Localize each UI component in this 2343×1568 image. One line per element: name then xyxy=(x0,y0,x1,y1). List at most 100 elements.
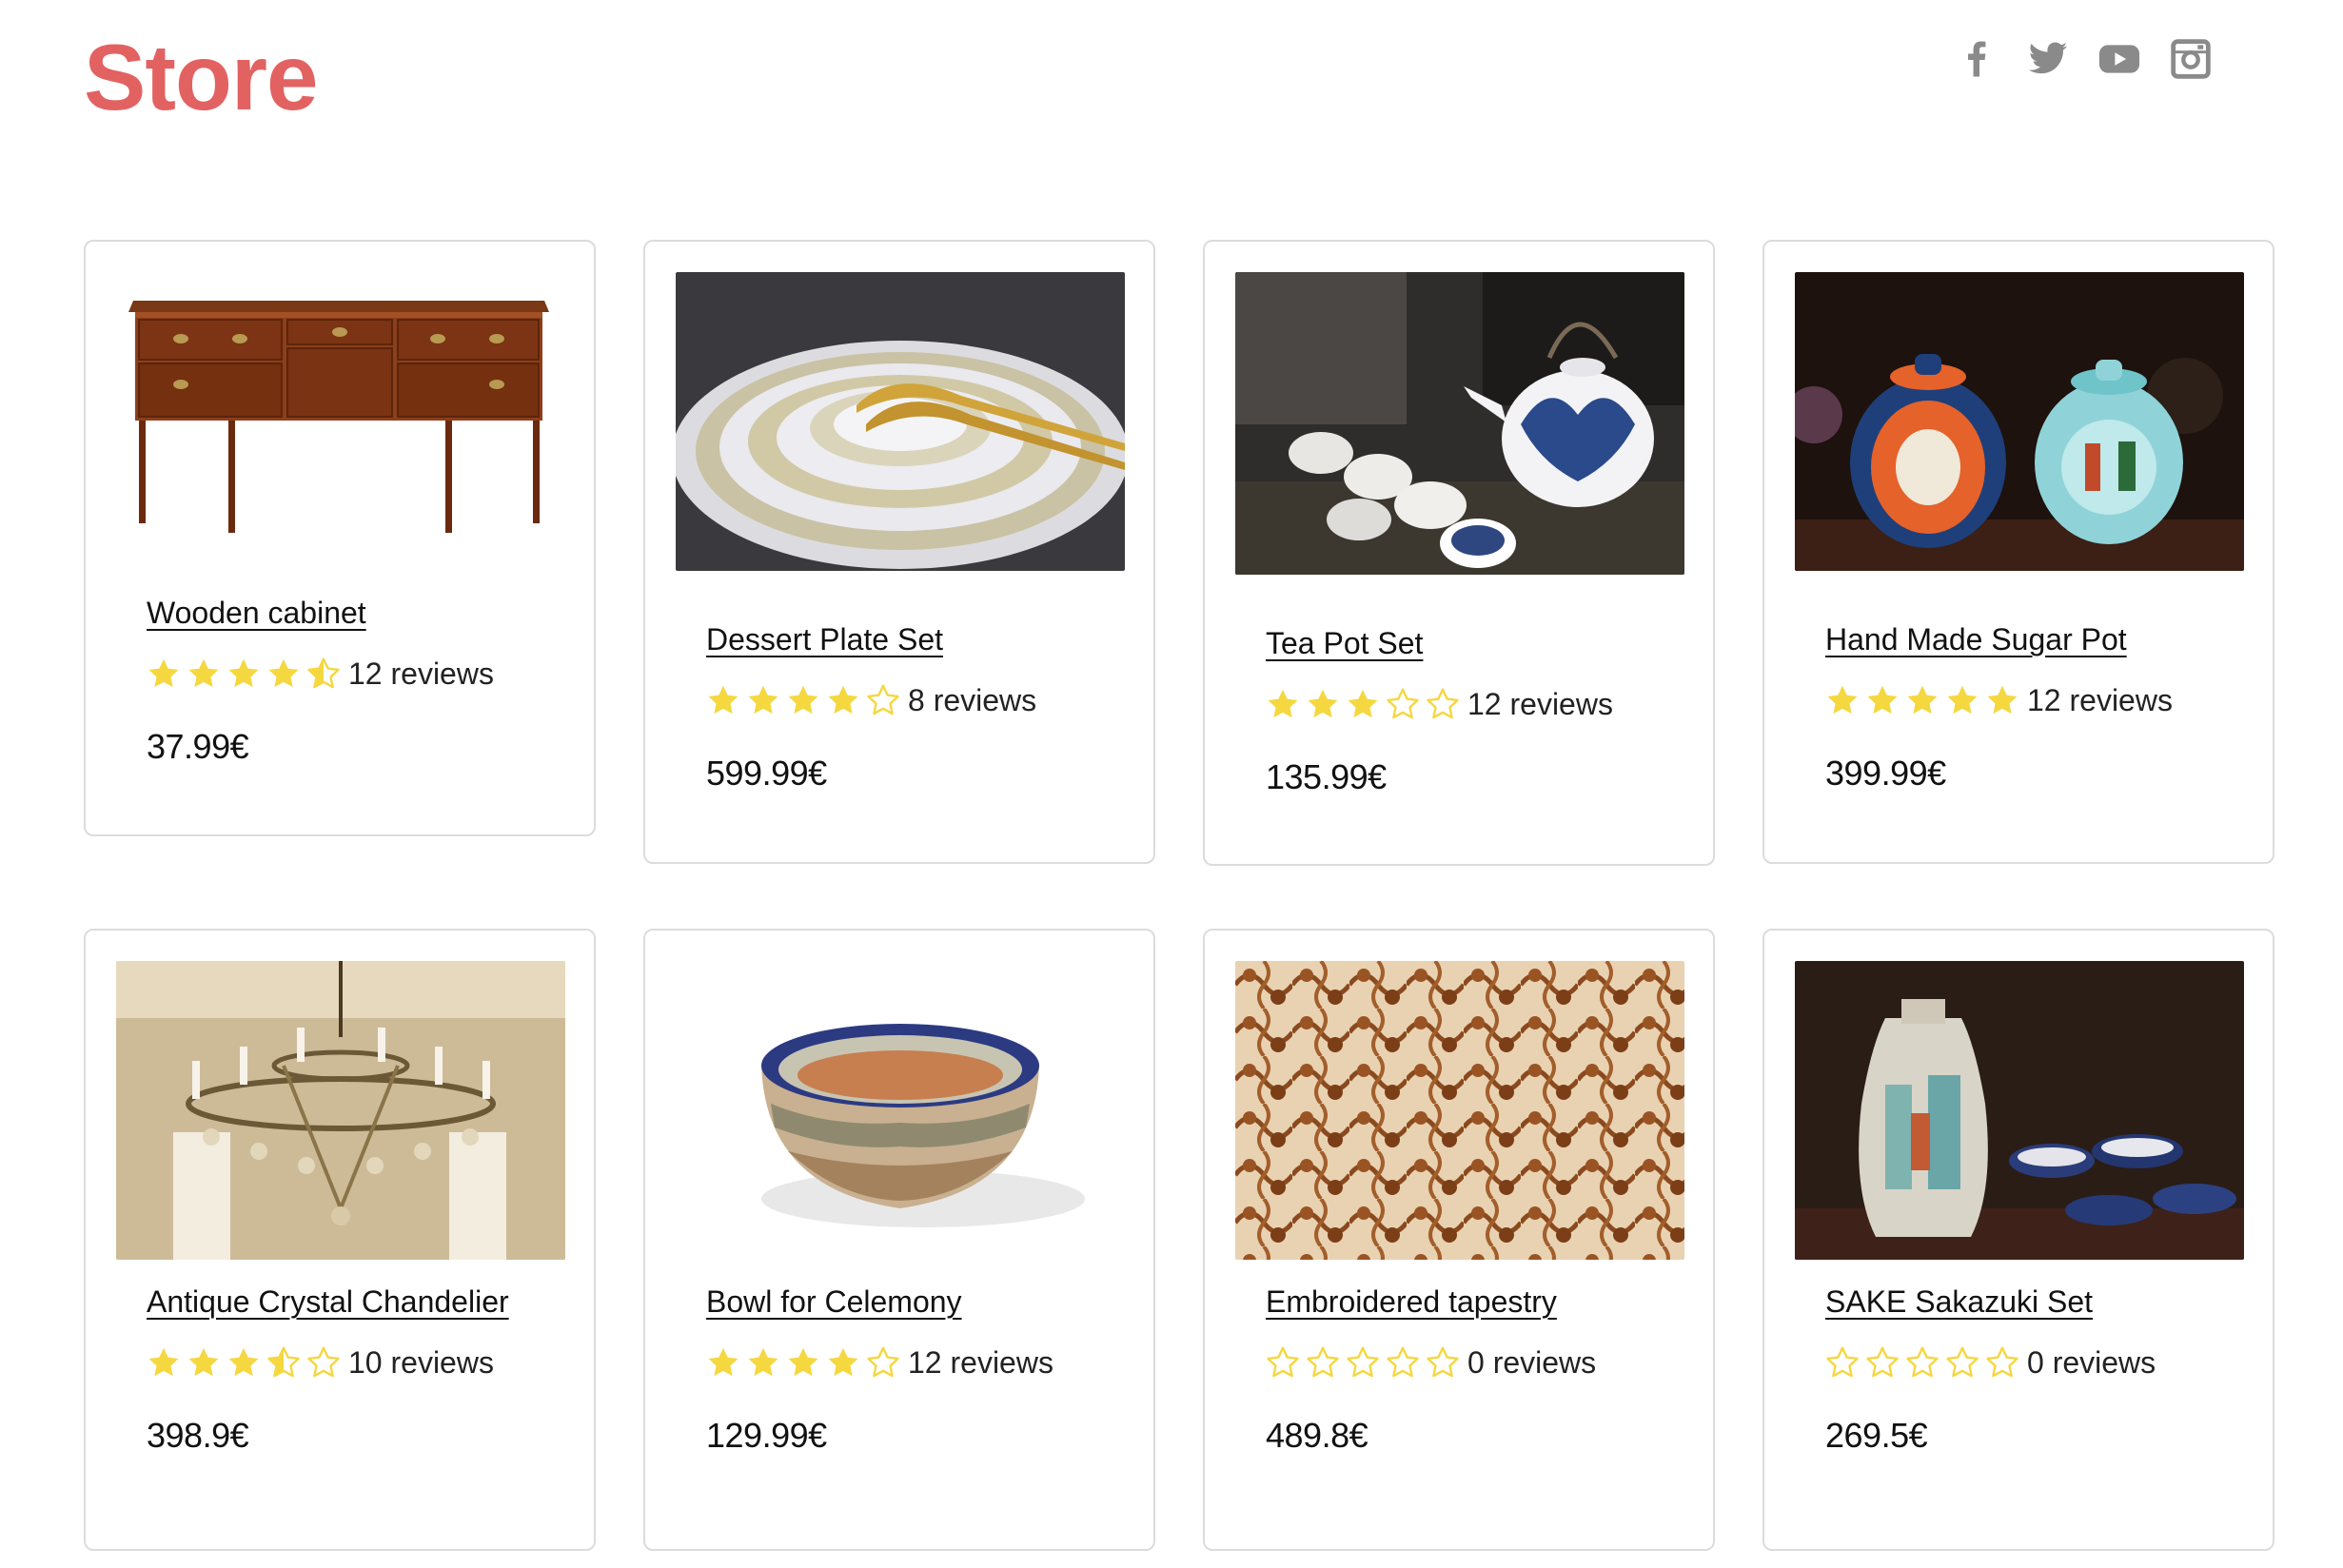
star-empty-icon xyxy=(867,684,899,715)
product-title[interactable]: SAKE Sakazuki Set xyxy=(1825,1284,2093,1320)
youtube-icon[interactable] xyxy=(2098,38,2140,80)
star-rating xyxy=(1266,687,1466,721)
product-title[interactable]: Bowl for Celemony xyxy=(706,1284,962,1320)
star-empty-icon xyxy=(1946,1346,1979,1378)
star-full-icon xyxy=(788,1347,818,1377)
sugar-pot-image[interactable] xyxy=(1795,272,2244,571)
instagram-icon[interactable] xyxy=(2170,38,2212,80)
star-empty-icon xyxy=(1427,1346,1459,1378)
star-full-icon xyxy=(1907,685,1938,715)
bowl-image[interactable] xyxy=(676,961,1125,1260)
star-empty-icon xyxy=(1906,1346,1939,1378)
star-rating xyxy=(147,657,346,691)
product-rating: 12 reviews xyxy=(706,1342,1053,1383)
product-card[interactable]: SAKE Sakazuki Set 0 reviews 269.5€ xyxy=(1762,929,2274,1551)
star-full-icon xyxy=(1947,685,1978,715)
tea-pot-image[interactable] xyxy=(1235,272,1684,575)
review-count: 12 reviews xyxy=(2027,682,2173,717)
star-empty-icon xyxy=(1307,1346,1339,1378)
star-rating xyxy=(1825,1345,2025,1380)
product-card[interactable]: Dessert Plate Set 8 reviews 599.99€ xyxy=(643,240,1155,864)
star-full-icon xyxy=(188,1347,219,1377)
star-full-icon xyxy=(1348,689,1378,718)
product-rating: 12 reviews xyxy=(1825,679,2173,721)
product-card[interactable]: Bowl for Celemony 12 reviews 129.99€ xyxy=(643,929,1155,1551)
star-full-icon xyxy=(788,685,818,715)
star-full-icon xyxy=(228,658,259,688)
star-empty-icon xyxy=(1267,1346,1299,1378)
product-rating: 12 reviews xyxy=(1266,683,1613,725)
star-full-icon xyxy=(1268,689,1298,718)
product-title[interactable]: Embroidered tapestry xyxy=(1266,1284,1557,1320)
wooden-cabinet-image[interactable] xyxy=(116,272,565,571)
star-full-icon xyxy=(148,658,179,688)
store-title: Store xyxy=(84,25,319,129)
social-links xyxy=(1956,38,2241,80)
product-title[interactable]: Antique Crystal Chandelier xyxy=(147,1284,509,1320)
star-half-icon xyxy=(267,1346,300,1378)
star-full-icon xyxy=(828,1347,858,1377)
star-empty-icon xyxy=(1986,1346,2018,1378)
facebook-icon[interactable] xyxy=(1956,38,1998,80)
star-full-icon xyxy=(268,658,299,688)
star-full-icon xyxy=(1987,685,2018,715)
product-rating: 0 reviews xyxy=(1825,1342,2156,1383)
product-rating: 8 reviews xyxy=(706,679,1036,721)
star-rating xyxy=(1825,683,2025,717)
sake-set-image[interactable] xyxy=(1795,961,2244,1260)
star-full-icon xyxy=(748,1347,778,1377)
product-card[interactable]: Hand Made Sugar Pot 12 reviews 399.99€ xyxy=(1762,240,2274,864)
star-empty-icon xyxy=(1387,1346,1419,1378)
review-count: 12 reviews xyxy=(1467,686,1613,721)
product-card[interactable]: Tea Pot Set 12 reviews 135.99€ xyxy=(1203,240,1715,866)
product-title[interactable]: Wooden cabinet xyxy=(147,596,366,631)
product-price: 399.99€ xyxy=(1825,754,1946,793)
star-rating xyxy=(147,1345,346,1380)
star-empty-icon xyxy=(1387,688,1419,719)
star-rating xyxy=(706,1345,906,1380)
star-full-icon xyxy=(748,685,778,715)
star-full-icon xyxy=(1867,685,1898,715)
review-count: 0 reviews xyxy=(2027,1344,2156,1380)
star-full-icon xyxy=(708,685,738,715)
product-title[interactable]: Tea Pot Set xyxy=(1266,626,1423,661)
star-half-icon xyxy=(307,657,340,689)
review-count: 12 reviews xyxy=(908,1344,1053,1380)
star-full-icon xyxy=(828,685,858,715)
product-card[interactable]: Embroidered tapestry 0 reviews 489.8€ xyxy=(1203,929,1715,1551)
star-empty-icon xyxy=(1347,1346,1379,1378)
review-count: 12 reviews xyxy=(348,656,494,691)
product-rating: 10 reviews xyxy=(147,1342,494,1383)
page-header: Store xyxy=(0,0,2343,219)
product-price: 269.5€ xyxy=(1825,1416,1928,1455)
product-price: 135.99€ xyxy=(1266,757,1387,796)
product-card[interactable]: Antique Crystal Chandelier 10 reviews 39… xyxy=(84,929,596,1551)
review-count: 0 reviews xyxy=(1467,1344,1597,1380)
product-price: 129.99€ xyxy=(706,1416,827,1455)
product-title[interactable]: Dessert Plate Set xyxy=(706,622,943,657)
star-empty-icon xyxy=(1427,688,1459,719)
dessert-plate-image[interactable] xyxy=(676,272,1125,571)
star-empty-icon xyxy=(1826,1346,1859,1378)
chandelier-image[interactable] xyxy=(116,961,565,1260)
product-price: 37.99€ xyxy=(147,727,249,766)
product-card[interactable]: Wooden cabinet 12 reviews 37.99€ xyxy=(84,240,596,836)
product-price: 599.99€ xyxy=(706,754,827,793)
product-price: 489.8€ xyxy=(1266,1416,1368,1455)
tapestry-image[interactable] xyxy=(1235,961,1684,1260)
star-full-icon xyxy=(1308,689,1338,718)
product-rating: 12 reviews xyxy=(147,653,494,695)
product-price: 398.9€ xyxy=(147,1416,249,1455)
star-empty-icon xyxy=(867,1346,899,1378)
star-full-icon xyxy=(228,1347,259,1377)
star-full-icon xyxy=(708,1347,738,1377)
star-rating xyxy=(706,683,906,717)
star-full-icon xyxy=(1827,685,1858,715)
star-full-icon xyxy=(188,658,219,688)
review-count: 10 reviews xyxy=(348,1344,494,1380)
twitter-icon[interactable] xyxy=(2027,38,2069,80)
product-title[interactable]: Hand Made Sugar Pot xyxy=(1825,622,2127,657)
star-empty-icon xyxy=(1866,1346,1899,1378)
star-empty-icon xyxy=(307,1346,340,1378)
product-rating: 0 reviews xyxy=(1266,1342,1596,1383)
